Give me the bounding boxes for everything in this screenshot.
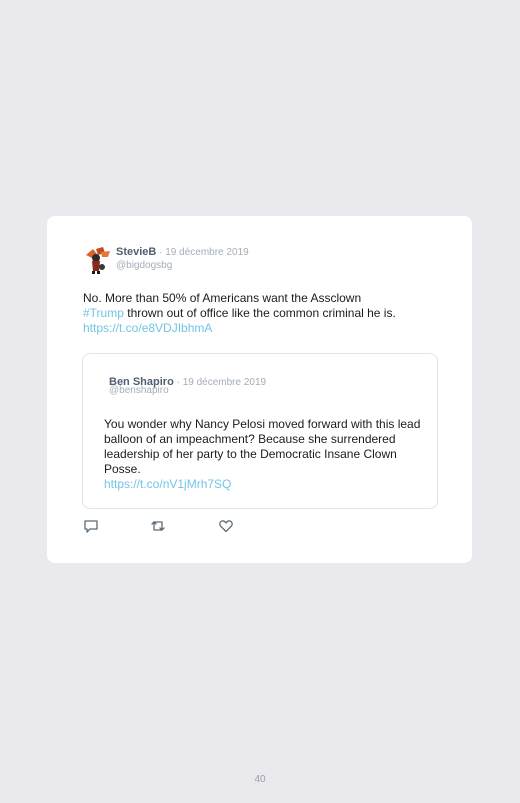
author-line: StevieB · 19 décembre 2019 [116, 246, 249, 258]
separator: · [156, 247, 166, 258]
quoted-text: You wonder why Nancy Pelosi moved forwar… [104, 417, 424, 492]
quoted-date[interactable]: 19 décembre 2019 [183, 377, 266, 388]
avatar[interactable] [83, 245, 113, 275]
quoted-url-link[interactable]: https://t.co/nV1jMrh7SQ [104, 477, 231, 491]
tweet-text-after: thrown out of office like the common cri… [123, 306, 396, 320]
tweet-url-link[interactable]: https://t.co/e8VDJIbhmA [83, 321, 212, 335]
tweet-date[interactable]: 19 décembre 2019 [165, 247, 248, 258]
quoted-tweet[interactable]: Ben Shapiro · 19 décembre 2019 @benshapi… [82, 353, 438, 509]
quoted-separator: · [173, 377, 183, 388]
hashtag-link[interactable]: #Trump [83, 306, 124, 320]
author-name[interactable]: StevieB [116, 246, 156, 258]
page-number: 40 [254, 774, 266, 785]
retweet-icon[interactable] [150, 518, 166, 534]
tweet-text-before: No. More than 50% of Americans want the … [83, 291, 362, 305]
heart-icon[interactable] [218, 518, 234, 534]
author-handle[interactable]: @bigdogsbg [116, 260, 172, 271]
tweet-card: StevieB · 19 décembre 2019 @bigdogsbg No… [47, 216, 472, 563]
tweet-text: No. More than 50% of Americans want the … [83, 291, 443, 336]
comment-icon[interactable] [83, 518, 99, 534]
quoted-body: You wonder why Nancy Pelosi moved forwar… [104, 417, 421, 476]
quoted-handle[interactable]: @benshapiro [109, 385, 169, 396]
